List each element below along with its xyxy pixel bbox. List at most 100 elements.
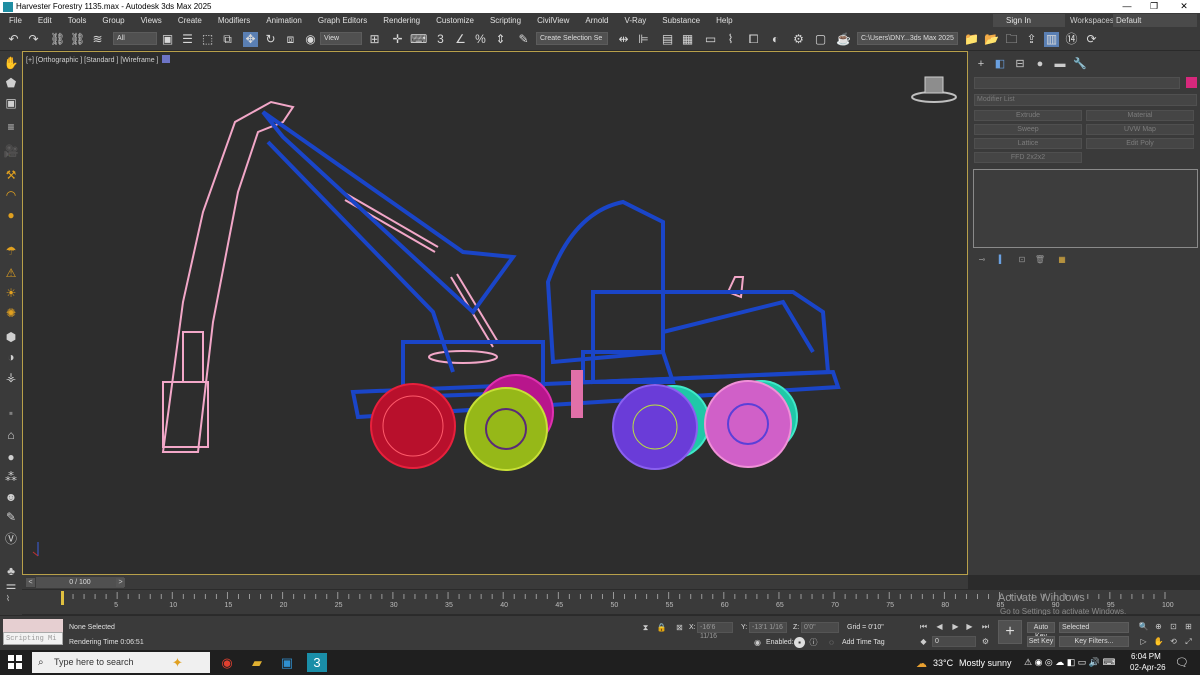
align-icon[interactable]: ⊫ (636, 32, 651, 47)
isolate-selection-icon[interactable]: ⧗ (640, 622, 651, 633)
tray-icons[interactable]: ⚠ ◉ ◎ ☁ ◧ ▭ 🔊 ⌨ (1024, 657, 1115, 668)
modifier-list-select[interactable]: Modifier List (974, 94, 1197, 106)
project-folder-icon[interactable]: 📁 (964, 32, 979, 47)
open-folder-icon[interactable]: 📂 (984, 32, 999, 47)
maxscript-output[interactable] (3, 619, 63, 632)
trackbar-toggle[interactable]: ⌇ (0, 590, 22, 614)
y-coordinate-field[interactable]: -13'1 1/16 (749, 622, 787, 633)
zoom-all-icon[interactable]: ⊕ (1153, 621, 1164, 632)
scale-icon[interactable]: ⧈ (283, 32, 298, 47)
menu-file[interactable]: File (0, 16, 30, 25)
bones-icon[interactable]: ⚶ (3, 369, 19, 385)
notification-icon[interactable]: 🗨 (1175, 656, 1189, 669)
maxscript-listener[interactable]: Scripting Mi (3, 619, 63, 646)
pin-stack-icon[interactable]: ⊸ (976, 254, 988, 265)
menu-graph-editors[interactable]: Graph Editors (310, 16, 375, 25)
menu-group[interactable]: Group (94, 16, 132, 25)
uvw-map-button[interactable]: UVW Map (1086, 124, 1194, 135)
menu-civilview[interactable]: CivilView (529, 16, 577, 25)
orbit-view-icon[interactable]: ⟲ (1168, 636, 1179, 647)
absolute-mode-icon[interactable]: ⊠ (674, 622, 685, 633)
sun-icon[interactable]: ☀ (3, 285, 19, 301)
ffd-button[interactable]: FFD 2x2x2 (974, 152, 1082, 163)
named-selection-set-select[interactable]: Create Selection Se (536, 32, 608, 45)
info-icon[interactable]: ⓘ (808, 637, 819, 648)
viewport-label[interactable]: [+] [Orthographic ] [Standard ] [Wirefra… (26, 55, 171, 64)
time-slider[interactable]: < 0 / 100 > (22, 575, 968, 589)
app-icon-blue[interactable]: ▣ (277, 653, 297, 672)
material-editor-icon[interactable]: ◐ (768, 32, 783, 47)
lamp-icon[interactable]: ☂ (3, 243, 19, 259)
workspaces-select[interactable]: Default (1113, 14, 1197, 27)
adaptive-degradation-icon[interactable]: ◉ (752, 637, 763, 648)
house-icon[interactable]: ⌂ (3, 427, 19, 443)
prev-frame-icon[interactable]: ◀ (934, 621, 945, 632)
viewport-orthographic[interactable]: [+] [Orthographic ] [Standard ] [Wirefra… (22, 51, 968, 575)
motion-tab-icon[interactable]: ● (1033, 57, 1047, 71)
time-tag-icon[interactable]: ◌ (826, 637, 837, 648)
hammer-icon[interactable]: ⚒ (3, 167, 19, 183)
reference-coord-select[interactable]: View (320, 32, 362, 45)
material-button[interactable]: Material (1086, 110, 1194, 121)
orbit-icon[interactable]: ⬟ (3, 75, 19, 91)
file-explorer-icon[interactable]: ▰ (247, 653, 267, 672)
remove-modifier-icon[interactable]: 🗑 (1034, 254, 1046, 265)
menu-arnold[interactable]: Arnold (577, 16, 616, 25)
fov-icon[interactable]: ▷ (1138, 636, 1149, 647)
layer-explorer-icon[interactable]: ▦ (680, 32, 695, 47)
bind-spacewarp-icon[interactable]: ≋ (90, 32, 105, 47)
ribbon-icon[interactable]: ▭ (703, 32, 718, 47)
render-icon[interactable]: ☕ (836, 32, 851, 47)
pivot-icon[interactable]: ⊞ (367, 32, 382, 47)
project-path-select[interactable]: C:\Users\DNY...3ds Max 2025 (857, 32, 958, 45)
unlink-icon[interactable]: ⛓ (70, 32, 85, 47)
object-color-swatch[interactable] (1186, 77, 1197, 88)
time-slider-thumb[interactable]: 0 / 100 (36, 577, 124, 588)
undo-icon[interactable]: ↶ (6, 32, 21, 47)
move-icon[interactable]: ✥ (243, 32, 258, 47)
snaps-toggle-icon[interactable]: 3 (433, 32, 448, 47)
set-key-button[interactable]: Set Key (1027, 636, 1055, 647)
windows-start-icon[interactable] (8, 655, 22, 669)
modifier-stack[interactable] (973, 169, 1198, 248)
teapot-icon[interactable]: ◑ (3, 349, 19, 365)
object-name-field[interactable] (974, 77, 1180, 89)
time-slider-prev-button[interactable]: < (26, 578, 35, 587)
display-tab-icon[interactable]: ▬ (1053, 57, 1067, 71)
selection-filter-select[interactable]: All (113, 32, 157, 45)
extrude-button[interactable]: Extrude (974, 110, 1082, 121)
placement-icon[interactable]: ◉ (303, 32, 318, 47)
clock-time[interactable]: 6:04 PM (1131, 652, 1161, 661)
angle-snap-icon[interactable]: ∠ (453, 32, 468, 47)
next-frame-icon[interactable]: ▶ (964, 621, 975, 632)
key-selection-select[interactable]: Selected (1059, 622, 1129, 633)
hierarchy-tab-icon[interactable]: ⊟ (1013, 57, 1027, 71)
link-icon[interactable]: ⛓ (50, 32, 65, 47)
select-manipulate-icon[interactable]: ✛ (390, 32, 405, 47)
tree-icon[interactable]: ♣ (3, 563, 19, 579)
current-frame-field[interactable]: 0 (932, 636, 976, 647)
make-unique-icon[interactable]: ⊡ (1016, 254, 1028, 265)
layers-icon[interactable]: ≡ (3, 119, 19, 135)
curve-toggle-icon[interactable]: ⌇ (6, 594, 10, 603)
ball-icon[interactable]: ● (3, 449, 19, 465)
sphere-icon[interactable]: ● (3, 207, 19, 223)
menu-customize[interactable]: Customize (428, 16, 482, 25)
select-by-name-icon[interactable]: ☰ (180, 32, 195, 47)
schematic-view-icon[interactable]: ⧠ (746, 32, 761, 47)
close-button[interactable]: ✕ (1172, 0, 1196, 13)
auto-key-button[interactable]: Auto Key (1027, 622, 1055, 640)
x-coordinate-field[interactable]: -16'6 11/16 (697, 622, 733, 640)
export-icon[interactable]: ⇪ (1024, 32, 1039, 47)
hand-icon[interactable]: ✋ (3, 55, 19, 71)
create-tab-icon[interactable]: + (974, 57, 988, 71)
zoom-extents-all-icon[interactable]: ⊞ (1183, 621, 1194, 632)
window-crossing-icon[interactable]: ⧉ (220, 32, 235, 47)
people-icon[interactable]: ☻ (3, 489, 19, 505)
chrome-icon[interactable]: ◉ (217, 653, 237, 672)
menu-tools[interactable]: Tools (60, 16, 95, 25)
goto-end-icon[interactable]: ⏭ (980, 621, 991, 632)
redo-icon[interactable]: ↷ (26, 32, 41, 47)
spotlight-icon[interactable]: ⚠ (3, 265, 19, 281)
selection-lock-icon[interactable]: 🔒 (656, 622, 667, 633)
